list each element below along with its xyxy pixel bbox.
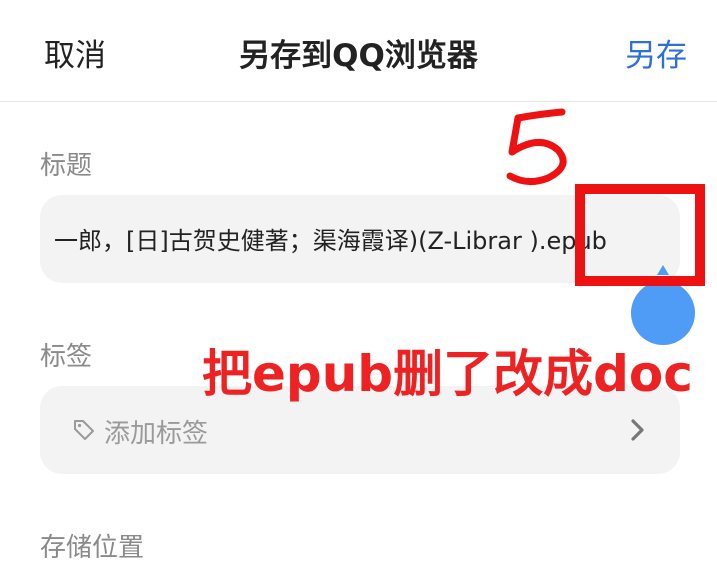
tags-label: 标签: [40, 342, 93, 372]
storage-location-label: 存储位置: [40, 533, 145, 563]
annotation-instruction: 把epub删了改成doc: [202, 345, 693, 403]
header-bar: 取消 另存到QQ浏览器 另存: [0, 0, 717, 102]
annotation-step-number-5: [506, 108, 567, 185]
title-input-value[interactable]: 一郎，[日]古贺史健著；渠海霞译)(Z-Librar ).epub: [54, 221, 607, 256]
add-tag-placeholder: 添加标签: [104, 419, 209, 449]
page-title: 另存到QQ浏览器: [239, 38, 478, 74]
chevron-right-icon: [631, 419, 644, 441]
title-label: 标题: [40, 151, 93, 181]
save-button[interactable]: 另存: [625, 30, 687, 75]
annotation-highlight-box: [575, 184, 705, 286]
tag-icon: [74, 420, 94, 440]
